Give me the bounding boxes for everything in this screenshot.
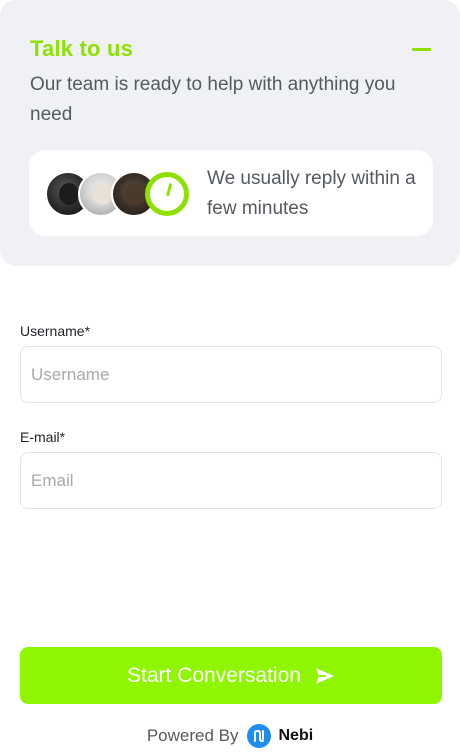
collapse-button[interactable] <box>410 36 432 62</box>
powered-by-footer: Powered By Nebi <box>0 722 460 750</box>
email-label: E-mail* <box>20 429 66 445</box>
username-label: Username* <box>20 323 91 339</box>
header-subtitle: Our team is ready to help with anything … <box>30 74 396 125</box>
nebi-logo-icon <box>246 724 271 748</box>
header-card: Talk to us Our team is ready to help wit… <box>0 0 460 266</box>
reply-time-text: We usually reply within a few minutes <box>207 168 416 219</box>
reply-time-card: We usually reply within a few minutes <box>29 150 433 236</box>
team-avatars <box>45 171 195 217</box>
clock-icon <box>145 172 189 216</box>
start-conversation-button[interactable]: Start Conversation <box>20 647 442 704</box>
send-icon <box>315 667 335 685</box>
username-input[interactable] <box>20 346 442 403</box>
header-title: Talk to us <box>30 36 134 61</box>
powered-by-text: Powered By <box>146 726 239 745</box>
brand-name[interactable]: Nebi <box>279 727 314 745</box>
start-conversation-label: Start Conversation <box>127 663 301 687</box>
minus-icon <box>412 48 431 51</box>
email-input[interactable] <box>20 452 442 509</box>
